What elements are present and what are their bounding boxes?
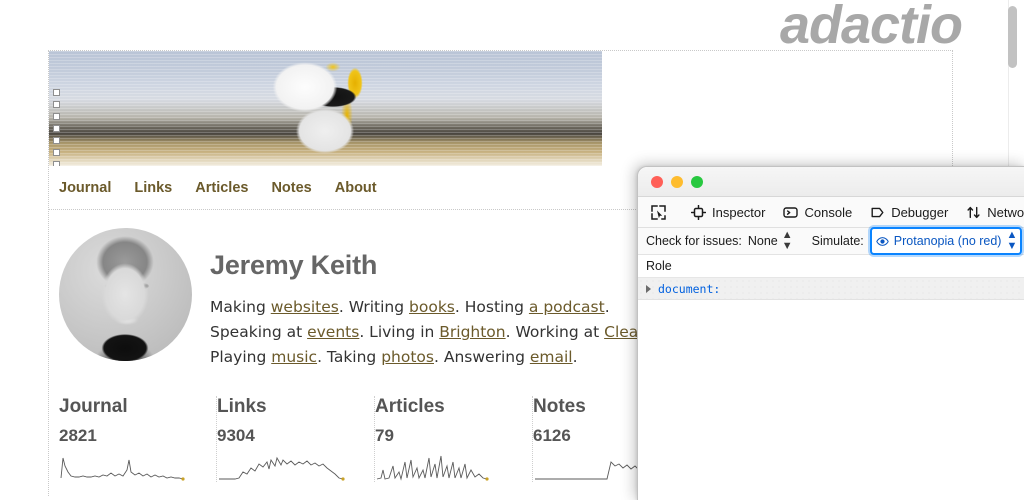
stat-links[interactable]: Links 9304 — [217, 396, 375, 482]
screenshot-root: adactio Journal Links Articles Notes About J… — [0, 0, 1024, 500]
network-icon — [966, 205, 981, 220]
accessibility-tree-body — [638, 300, 1024, 500]
sparkline-links — [217, 452, 357, 482]
stat-count: 79 — [375, 426, 520, 446]
simulate-label: Simulate: — [812, 234, 864, 248]
accessibility-subtoolbar: Check for issues: None ▲▼ Simulate: Prot… — [638, 228, 1024, 255]
check-for-issues-label: Check for issues: — [646, 234, 742, 248]
devtools-toolbar: Inspector Console Debugger — [638, 197, 1024, 228]
tab-console[interactable]: Console — [774, 197, 861, 227]
element-picker-button[interactable] — [644, 204, 676, 221]
simulate-value: Protanopia (no red) — [894, 234, 1002, 248]
bio-block: Jeremy Keith Making websites. Writing bo… — [192, 228, 675, 370]
zoom-button[interactable] — [691, 176, 703, 188]
tab-network[interactable]: Network — [957, 197, 1024, 227]
bio-link[interactable]: a podcast — [529, 298, 605, 316]
tab-label: Console — [804, 205, 852, 220]
clone-trooper-illustration — [229, 53, 489, 166]
close-button[interactable] — [651, 176, 663, 188]
check-for-issues-select[interactable]: None ▲▼ — [748, 230, 792, 252]
tree-row-document[interactable]: document: — [638, 278, 1024, 300]
site-logo[interactable]: adactio — [780, 0, 962, 52]
bio-link[interactable]: email — [530, 348, 573, 366]
bio-line-1: Making websites. Writing books. Hosting … — [210, 295, 675, 320]
bio-link[interactable]: books — [409, 298, 455, 316]
tab-label: Debugger — [891, 205, 948, 220]
stat-journal[interactable]: Journal 2821 — [59, 396, 217, 482]
page-scrollbar-thumb[interactable] — [1008, 6, 1017, 68]
stat-title: Links — [217, 396, 362, 418]
stat-count: 9304 — [217, 426, 362, 446]
nav-item-links[interactable]: Links — [134, 180, 172, 196]
inspector-icon — [691, 205, 706, 220]
sparkline-journal — [59, 452, 199, 482]
console-icon — [783, 205, 798, 220]
bio-line-2: Speaking at events. Living in Brighton. … — [210, 320, 675, 345]
page-title: Jeremy Keith — [210, 250, 675, 281]
bio-link[interactable]: events — [307, 323, 359, 341]
tab-label: Network — [987, 205, 1024, 220]
sparkline-articles — [375, 452, 515, 482]
nav-item-notes[interactable]: Notes — [271, 180, 311, 196]
check-for-issues-value: None — [748, 234, 778, 248]
simulate-select[interactable]: Protanopia (no red) ▲▼ — [870, 227, 1023, 255]
chevron-right-icon[interactable] — [646, 285, 651, 293]
stat-count: 2821 — [59, 426, 204, 446]
stat-title: Articles — [375, 396, 520, 418]
devtools-titlebar — [638, 167, 1024, 197]
nav-item-journal[interactable]: Journal — [59, 180, 111, 196]
stat-articles[interactable]: Articles 79 — [375, 396, 533, 482]
column-header-role: Role — [646, 259, 672, 273]
banner-image — [49, 51, 602, 166]
stepper-icon: ▲▼ — [1006, 230, 1016, 252]
bio-link[interactable]: photos — [381, 348, 434, 366]
minimize-button[interactable] — [671, 176, 683, 188]
tree-column-header: Role — [638, 255, 1024, 278]
devtools-window: Inspector Console Debugger — [637, 166, 1024, 500]
tab-label: Inspector — [712, 205, 765, 220]
avatar — [59, 228, 192, 361]
stepper-icon: ▲▼ — [782, 230, 792, 252]
bio-link[interactable]: Brighton — [439, 323, 505, 341]
element-picker-icon — [650, 204, 667, 221]
tree-row-label: document: — [658, 282, 720, 296]
debugger-icon — [870, 205, 885, 220]
bio-link[interactable]: music — [271, 348, 317, 366]
tab-debugger[interactable]: Debugger — [861, 197, 957, 227]
film-sprocket-marks — [53, 89, 60, 166]
tab-inspector[interactable]: Inspector — [682, 197, 774, 227]
bio-link[interactable]: websites — [271, 298, 339, 316]
bio-line-3: Playing music. Taking photos. Answering … — [210, 345, 675, 370]
avatar-photo — [59, 228, 192, 361]
eye-icon — [876, 235, 889, 248]
stat-title: Journal — [59, 396, 204, 418]
nav-item-about[interactable]: About — [335, 180, 377, 196]
nav-item-articles[interactable]: Articles — [195, 180, 248, 196]
